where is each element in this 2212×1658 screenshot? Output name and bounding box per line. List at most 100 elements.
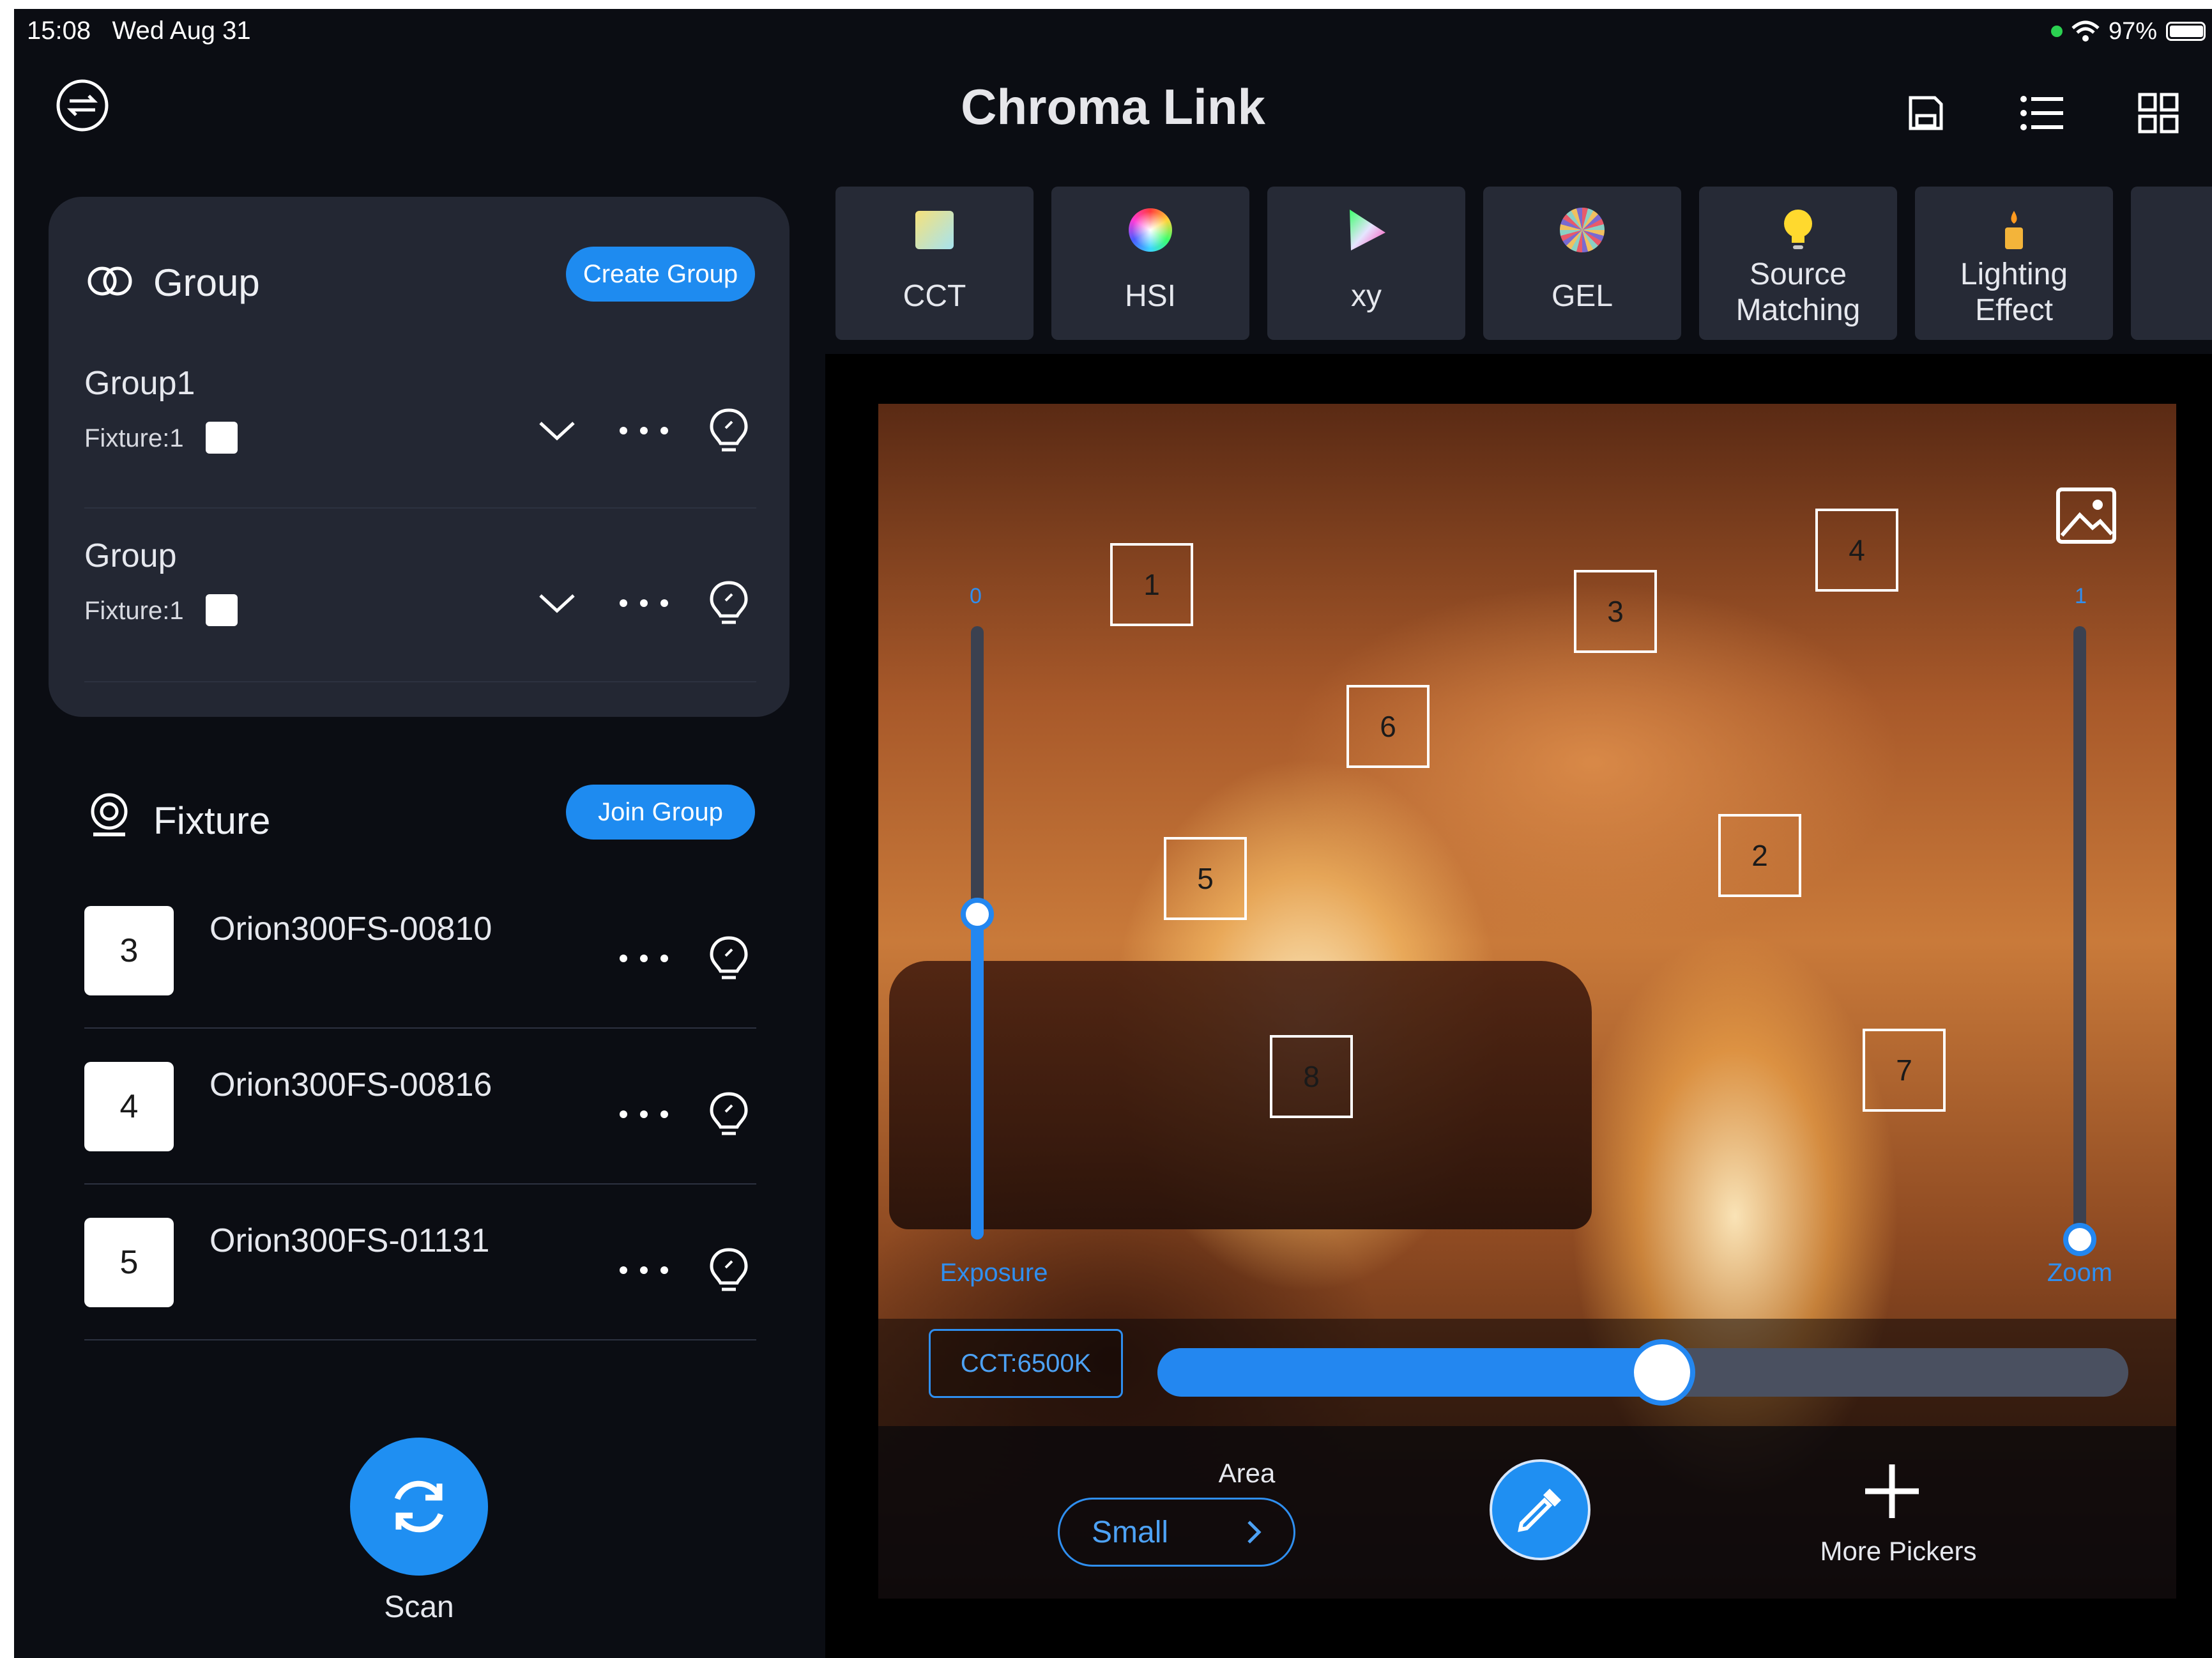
picker-marker[interactable]: 8 — [1270, 1035, 1353, 1118]
group-name[interactable]: Group1 — [84, 364, 195, 403]
grid-icon — [2138, 93, 2179, 134]
bulb-outline-icon[interactable] — [706, 1090, 751, 1139]
group-fixture-count: Fixture:1 — [84, 597, 184, 625]
tab-source-matching[interactable]: Source Matching — [1699, 187, 1897, 340]
fixture-number-badge: 4 — [84, 1062, 174, 1151]
zoom-slider-track[interactable] — [2073, 626, 2086, 1240]
image-gallery-icon[interactable] — [2056, 487, 2117, 544]
fixture-number-badge: 5 — [84, 1218, 174, 1307]
fixture-name[interactable]: Orion300FS-01131 — [210, 1222, 489, 1260]
divider — [84, 1027, 756, 1029]
bulb-icon — [1775, 207, 1821, 253]
cct-slider-fill — [1157, 1348, 1687, 1397]
tab-hsi[interactable]: HSI — [1051, 187, 1249, 340]
picker-marker[interactable]: 1 — [1110, 543, 1193, 626]
picker-marker[interactable]: 4 — [1815, 509, 1898, 592]
chevron-down-icon[interactable] — [538, 418, 576, 443]
tab-cct[interactable]: CCT — [835, 187, 1034, 340]
gamut-triangle-icon — [1343, 207, 1389, 253]
more-options-icon[interactable] — [618, 1264, 669, 1277]
save-button[interactable] — [1897, 84, 1955, 142]
tab-gel[interactable]: GEL — [1483, 187, 1681, 340]
status-date: Wed Aug 31 — [112, 17, 251, 45]
status-bar-indicators: 97% — [2050, 15, 2206, 47]
more-options-icon[interactable] — [618, 424, 669, 437]
tab-label: CCT — [903, 279, 966, 313]
list-view-button[interactable] — [2013, 84, 2071, 142]
fixture-camera-icon — [91, 793, 128, 836]
picker-marker[interactable]: 2 — [1718, 814, 1801, 897]
fixture-number-badge: 3 — [84, 906, 174, 995]
exposure-label: Exposure — [940, 1259, 1048, 1287]
tab-label: Source Matching — [1735, 257, 1861, 327]
bulb-outline-icon[interactable] — [706, 1246, 751, 1294]
wifi-icon — [2071, 20, 2100, 42]
tab-lighting-effect[interactable]: Lighting Effect — [1915, 187, 2113, 340]
picker-marker[interactable]: 5 — [1164, 837, 1247, 920]
tab-label: Lighting Effect — [1960, 257, 2068, 327]
group-color-swatch — [206, 594, 238, 626]
candle-icon — [1991, 207, 2037, 253]
mic-indicator-icon — [2050, 26, 2063, 37]
area-label: Area — [1218, 1458, 1276, 1488]
scene-couch-shape — [889, 961, 1592, 1229]
cct-readout[interactable]: CCT:6500K — [929, 1329, 1123, 1398]
scan-label: Scan — [384, 1590, 454, 1624]
scan-button[interactable] — [350, 1438, 488, 1576]
cct-square-icon — [911, 207, 957, 253]
picker-marker[interactable]: 3 — [1574, 570, 1657, 653]
fixture-name[interactable]: Orion300FS-00816 — [210, 1066, 492, 1104]
save-icon — [1909, 96, 1943, 130]
exposure-slider-knob[interactable] — [961, 898, 994, 932]
group-section-title: Group — [153, 261, 260, 304]
app-title: Chroma Link — [961, 79, 1265, 135]
tab-xy[interactable]: xy — [1267, 187, 1465, 340]
color-wheel-icon — [1127, 207, 1173, 253]
status-time: 15:08 — [27, 17, 91, 45]
zoom-top-value: 1 — [2075, 584, 2087, 608]
picker-marker[interactable]: 7 — [1863, 1029, 1946, 1112]
more-options-icon[interactable] — [618, 1108, 669, 1121]
battery-percent: 97% — [2108, 17, 2157, 45]
refresh-icon — [394, 1480, 444, 1533]
app-screen: 15:08 Wed Aug 31 97% Chroma Link Group C… — [14, 9, 2212, 1658]
more-pickers-label[interactable]: More Pickers — [1771, 1536, 2026, 1567]
zoom-label: Zoom — [2047, 1259, 2113, 1287]
gel-fan-icon — [1559, 207, 1605, 253]
exposure-top-value: 0 — [970, 584, 982, 608]
create-group-button[interactable]: Create Group — [566, 247, 755, 302]
eyedropper-button[interactable] — [1490, 1459, 1590, 1560]
area-value: Small — [1092, 1515, 1169, 1549]
tab-label: GEL — [1551, 279, 1613, 313]
tab-label: HSI — [1124, 279, 1176, 313]
fixture-section-title: Fixture — [153, 799, 271, 842]
zoom-slider-knob[interactable] — [2063, 1223, 2096, 1256]
bulb-outline-icon[interactable] — [706, 934, 751, 983]
more-options-icon[interactable] — [618, 597, 669, 610]
group-name[interactable]: Group — [84, 537, 177, 575]
chevron-down-icon[interactable] — [538, 590, 576, 616]
divider — [84, 507, 756, 509]
divider — [84, 1183, 756, 1185]
fixture-name[interactable]: Orion300FS-00810 — [210, 910, 492, 948]
join-group-button[interactable]: Join Group — [566, 785, 755, 840]
cct-slider-knob[interactable] — [1629, 1339, 1696, 1406]
exposure-slider-fill — [971, 914, 984, 1240]
tab-label: xy — [1351, 279, 1382, 313]
bulb-outline-icon[interactable] — [706, 406, 751, 455]
eyedropper-icon — [1518, 1489, 1561, 1532]
grid-view-button[interactable] — [2130, 84, 2187, 142]
divider — [84, 681, 756, 682]
list-icon — [2020, 96, 2063, 130]
more-options-icon[interactable] — [618, 952, 669, 965]
tab-more[interactable] — [2131, 187, 2212, 340]
bulb-outline-icon[interactable] — [706, 579, 751, 627]
plus-icon[interactable] — [1860, 1459, 1924, 1523]
chevron-right-icon — [1247, 1521, 1262, 1544]
picker-marker[interactable]: 6 — [1346, 685, 1430, 768]
link-rings-icon — [88, 266, 132, 296]
status-bar-time: 15:08 Wed Aug 31 — [27, 17, 251, 45]
divider — [84, 1339, 756, 1340]
group-fixture-count: Fixture:1 — [84, 424, 184, 452]
area-selector[interactable]: Small — [1058, 1498, 1295, 1567]
